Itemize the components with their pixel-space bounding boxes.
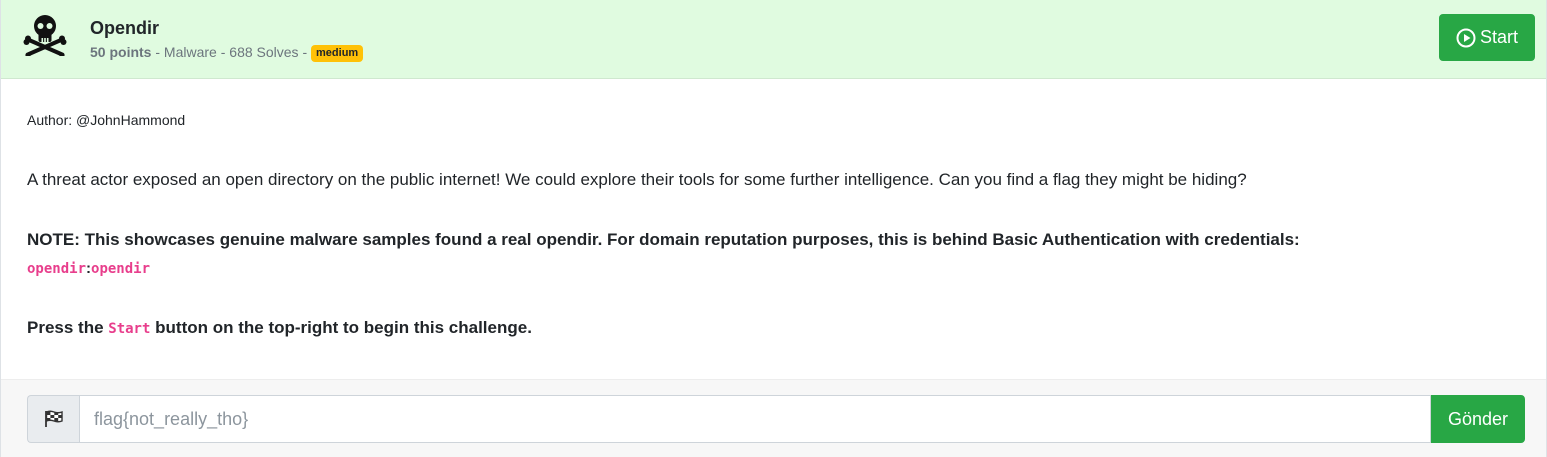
challenge-points: 50 points [90, 44, 152, 60]
meta-separator: - [216, 44, 230, 60]
credential-password: opendir [91, 261, 151, 277]
author-line: Author: @JohnHammond [27, 112, 186, 128]
start-button-label: Start [1479, 27, 1518, 47]
press-prefix: Press the [27, 318, 109, 337]
start-code: Start [108, 321, 151, 337]
flag-input-group: Gönder [27, 395, 1525, 443]
checkered-flag-icon [44, 410, 63, 427]
credential-username: opendir [27, 261, 87, 277]
difficulty-badge: medium [311, 45, 364, 62]
flag-submission: Gönder [1, 379, 1546, 457]
press-start-instruction: Press the Start button on the top-right … [27, 318, 532, 338]
play-circle-icon [1456, 28, 1476, 47]
submit-button[interactable]: Gönder [1431, 395, 1525, 443]
meta-separator: - [298, 44, 312, 60]
challenge-category: Malware [163, 44, 217, 60]
start-button[interactable]: Start [1439, 14, 1535, 61]
challenge-header: Opendir 50 points - Malware - 688 Solves… [1, 0, 1546, 79]
note-text: NOTE: This showcases genuine malware sam… [27, 230, 1300, 249]
flag-addon [27, 395, 79, 443]
skull-crossbones-icon [23, 15, 67, 56]
description-text: A threat actor exposed an open directory… [27, 170, 1247, 189]
challenge-meta: 50 points - Malware - 688 Solves - mediu… [90, 43, 364, 62]
meta-separator: - [151, 44, 164, 60]
challenge-card: Opendir 50 points - Malware - 688 Solves… [0, 0, 1547, 457]
challenge-title: Opendir [90, 18, 160, 38]
challenge-solves: 688 Solves [229, 44, 299, 60]
press-suffix: button on the top-right to begin this ch… [150, 318, 532, 337]
credentials: opendir:opendir [27, 260, 150, 277]
flag-input[interactable] [79, 395, 1431, 443]
